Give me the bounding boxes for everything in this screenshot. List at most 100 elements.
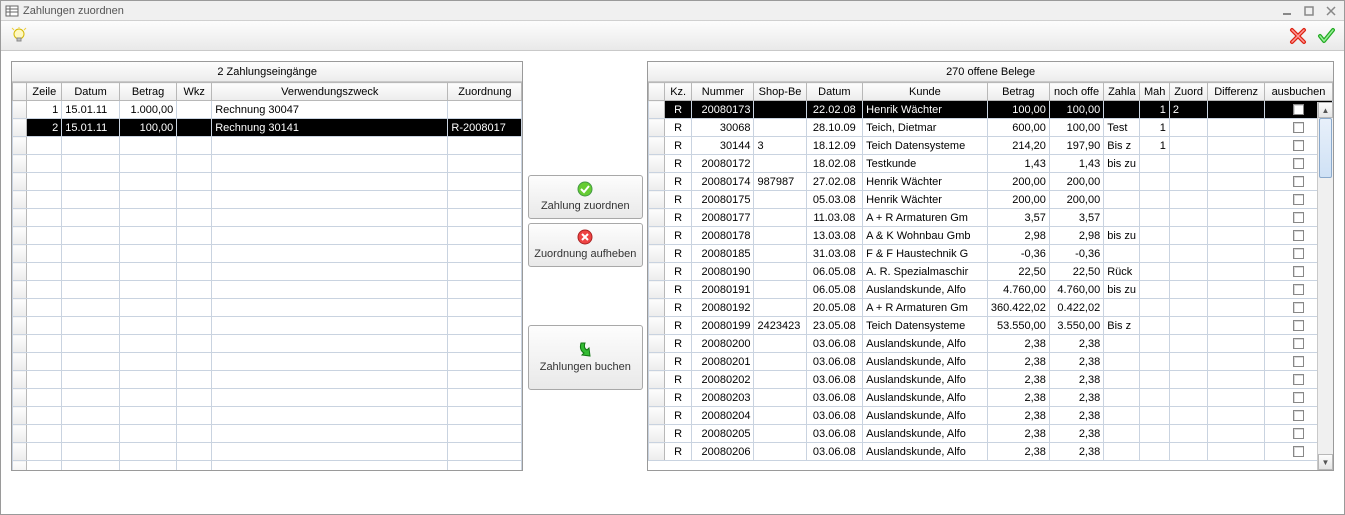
table-row[interactable] (13, 281, 522, 299)
ausbuchen-checkbox[interactable] (1293, 302, 1304, 313)
ausbuchen-checkbox[interactable] (1293, 410, 1304, 421)
table-row[interactable]: R2008020103.06.08Auslandskunde, Alfo2,38… (649, 353, 1333, 371)
table-row[interactable]: R2008020003.06.08Auslandskunde, Alfo2,38… (649, 335, 1333, 353)
table-row[interactable]: R2008020603.06.08Auslandskunde, Alfo2,38… (649, 443, 1333, 461)
minimize-button[interactable] (1278, 4, 1296, 18)
scroll-thumb[interactable] (1319, 118, 1332, 178)
hint-button[interactable] (7, 24, 31, 48)
docs-col-5[interactable]: Betrag (987, 83, 1049, 101)
docs-col-1[interactable]: Nummer (692, 83, 754, 101)
payments-col-1[interactable]: Datum (62, 83, 120, 101)
table-row[interactable]: R2008017498798727.02.08Henrik Wächter200… (649, 173, 1333, 191)
table-row[interactable] (13, 371, 522, 389)
ausbuchen-checkbox[interactable] (1293, 374, 1304, 385)
table-row[interactable]: R3006828.10.09Teich, Dietmar600,00100,00… (649, 119, 1333, 137)
payments-table[interactable]: ZeileDatumBetragWkzVerwendungszweckZuord… (12, 82, 522, 470)
docs-col-4[interactable]: Kunde (863, 83, 988, 101)
payments-col-0[interactable]: Zeile (27, 83, 62, 101)
vertical-scrollbar[interactable]: ▲ ▼ (1317, 102, 1333, 470)
ausbuchen-checkbox[interactable] (1293, 212, 1304, 223)
docs-col-6[interactable]: noch offe (1049, 83, 1103, 101)
confirm-button[interactable] (1314, 24, 1338, 48)
ausbuchen-checkbox[interactable] (1293, 140, 1304, 151)
table-row[interactable] (13, 317, 522, 335)
table-row[interactable]: R2008017218.02.08Testkunde1,431,43bis zu (649, 155, 1333, 173)
toolbar (1, 21, 1344, 51)
ausbuchen-checkbox[interactable] (1293, 176, 1304, 187)
table-row[interactable]: 215.01.11100,00Rechnung 30141R-2008017 (13, 119, 522, 137)
ausbuchen-checkbox[interactable] (1293, 428, 1304, 439)
ausbuchen-checkbox[interactable] (1293, 104, 1304, 115)
ausbuchen-checkbox[interactable] (1293, 230, 1304, 241)
docs-col-9[interactable]: Zuord (1169, 83, 1207, 101)
table-row[interactable]: R2008017505.03.08Henrik Wächter200,00200… (649, 191, 1333, 209)
scroll-down-button[interactable]: ▼ (1318, 454, 1333, 470)
table-row[interactable]: R2008020203.06.08Auslandskunde, Alfo2,38… (649, 371, 1333, 389)
table-row[interactable] (13, 461, 522, 471)
table-row[interactable]: R2008019006.05.08A. R. Spezialmaschir22,… (649, 263, 1333, 281)
table-row[interactable] (13, 407, 522, 425)
ausbuchen-checkbox[interactable] (1293, 320, 1304, 331)
ausbuchen-checkbox[interactable] (1293, 158, 1304, 169)
close-button[interactable] (1322, 4, 1340, 18)
table-row[interactable]: R2008017813.03.08A & K Wohnbau Gmb2,982,… (649, 227, 1333, 245)
docs-col-2[interactable]: Shop-Be (754, 83, 806, 101)
book-payments-button[interactable]: Zahlungen buchen (528, 325, 643, 390)
payments-col-2[interactable]: Betrag (119, 83, 177, 101)
ausbuchen-checkbox[interactable] (1293, 284, 1304, 295)
cancel-red-icon (576, 228, 594, 246)
docs-col-0[interactable]: Kz. (665, 83, 692, 101)
maximize-button[interactable] (1300, 4, 1318, 18)
ausbuchen-checkbox[interactable] (1293, 392, 1304, 403)
scroll-track[interactable] (1318, 118, 1333, 454)
table-row[interactable] (13, 191, 522, 209)
table-row[interactable] (13, 137, 522, 155)
content-area: 2 Zahlungseingänge ZeileDatumBetragWkzVe… (1, 51, 1344, 514)
payments-col-4[interactable]: Verwendungszweck (212, 83, 448, 101)
docs-col-7[interactable]: Zahla (1104, 83, 1140, 101)
table-row[interactable] (13, 425, 522, 443)
table-row[interactable] (13, 353, 522, 371)
assign-payment-button[interactable]: Zahlung zuordnen (528, 175, 643, 219)
table-row[interactable] (13, 209, 522, 227)
unassign-payment-button[interactable]: Zuordnung aufheben (528, 223, 643, 267)
ausbuchen-checkbox[interactable] (1293, 338, 1304, 349)
table-row[interactable]: R2008018531.03.08F & F Haustechnik G-0,3… (649, 245, 1333, 263)
table-row[interactable]: R2008019220.05.08A + R Armaturen Gm360.4… (649, 299, 1333, 317)
ausbuchen-checkbox[interactable] (1293, 356, 1304, 367)
payments-col-5[interactable]: Zuordnung (448, 83, 522, 101)
table-row[interactable]: R2008020403.06.08Auslandskunde, Alfo2,38… (649, 407, 1333, 425)
ausbuchen-checkbox[interactable] (1293, 194, 1304, 205)
table-row[interactable] (13, 443, 522, 461)
docs-col-8[interactable]: Mah (1140, 83, 1169, 101)
table-row[interactable]: R20080199242342323.05.08Teich Datensyste… (649, 317, 1333, 335)
window-title: Zahlungen zuordnen (23, 5, 1274, 17)
table-row[interactable] (13, 173, 522, 191)
table-row[interactable]: R30144318.12.09Teich Datensysteme214,201… (649, 137, 1333, 155)
table-row[interactable]: R2008017322.02.08Henrik Wächter100,00100… (649, 101, 1333, 119)
table-row[interactable]: 115.01.111.000,00Rechnung 30047 (13, 101, 522, 119)
table-row[interactable] (13, 263, 522, 281)
payments-col-3[interactable]: Wkz (177, 83, 212, 101)
table-row[interactable]: R2008020503.06.08Auslandskunde, Alfo2,38… (649, 425, 1333, 443)
cancel-button[interactable] (1286, 24, 1310, 48)
scroll-up-button[interactable]: ▲ (1318, 102, 1333, 118)
table-row[interactable]: R2008017711.03.08A + R Armaturen Gm3,573… (649, 209, 1333, 227)
table-row[interactable]: R2008020303.06.08Auslandskunde, Alfo2,38… (649, 389, 1333, 407)
table-row[interactable] (13, 227, 522, 245)
ausbuchen-checkbox[interactable] (1293, 266, 1304, 277)
table-row[interactable] (13, 299, 522, 317)
docs-col-11[interactable]: ausbuchen (1264, 83, 1332, 101)
table-row[interactable] (13, 335, 522, 353)
ausbuchen-checkbox[interactable] (1293, 248, 1304, 259)
docs-col-3[interactable]: Datum (806, 83, 863, 101)
ausbuchen-checkbox[interactable] (1293, 122, 1304, 133)
table-row[interactable] (13, 389, 522, 407)
open-documents-table[interactable]: Kz.NummerShop-BeDatumKundeBetragnoch off… (648, 82, 1333, 461)
table-row[interactable]: R2008019106.05.08Auslandskunde, Alfo4.76… (649, 281, 1333, 299)
docs-col-10[interactable]: Differenz (1208, 83, 1265, 101)
table-row[interactable] (13, 155, 522, 173)
ausbuchen-checkbox[interactable] (1293, 446, 1304, 457)
table-row[interactable] (13, 245, 522, 263)
ok-green-icon (576, 180, 594, 198)
